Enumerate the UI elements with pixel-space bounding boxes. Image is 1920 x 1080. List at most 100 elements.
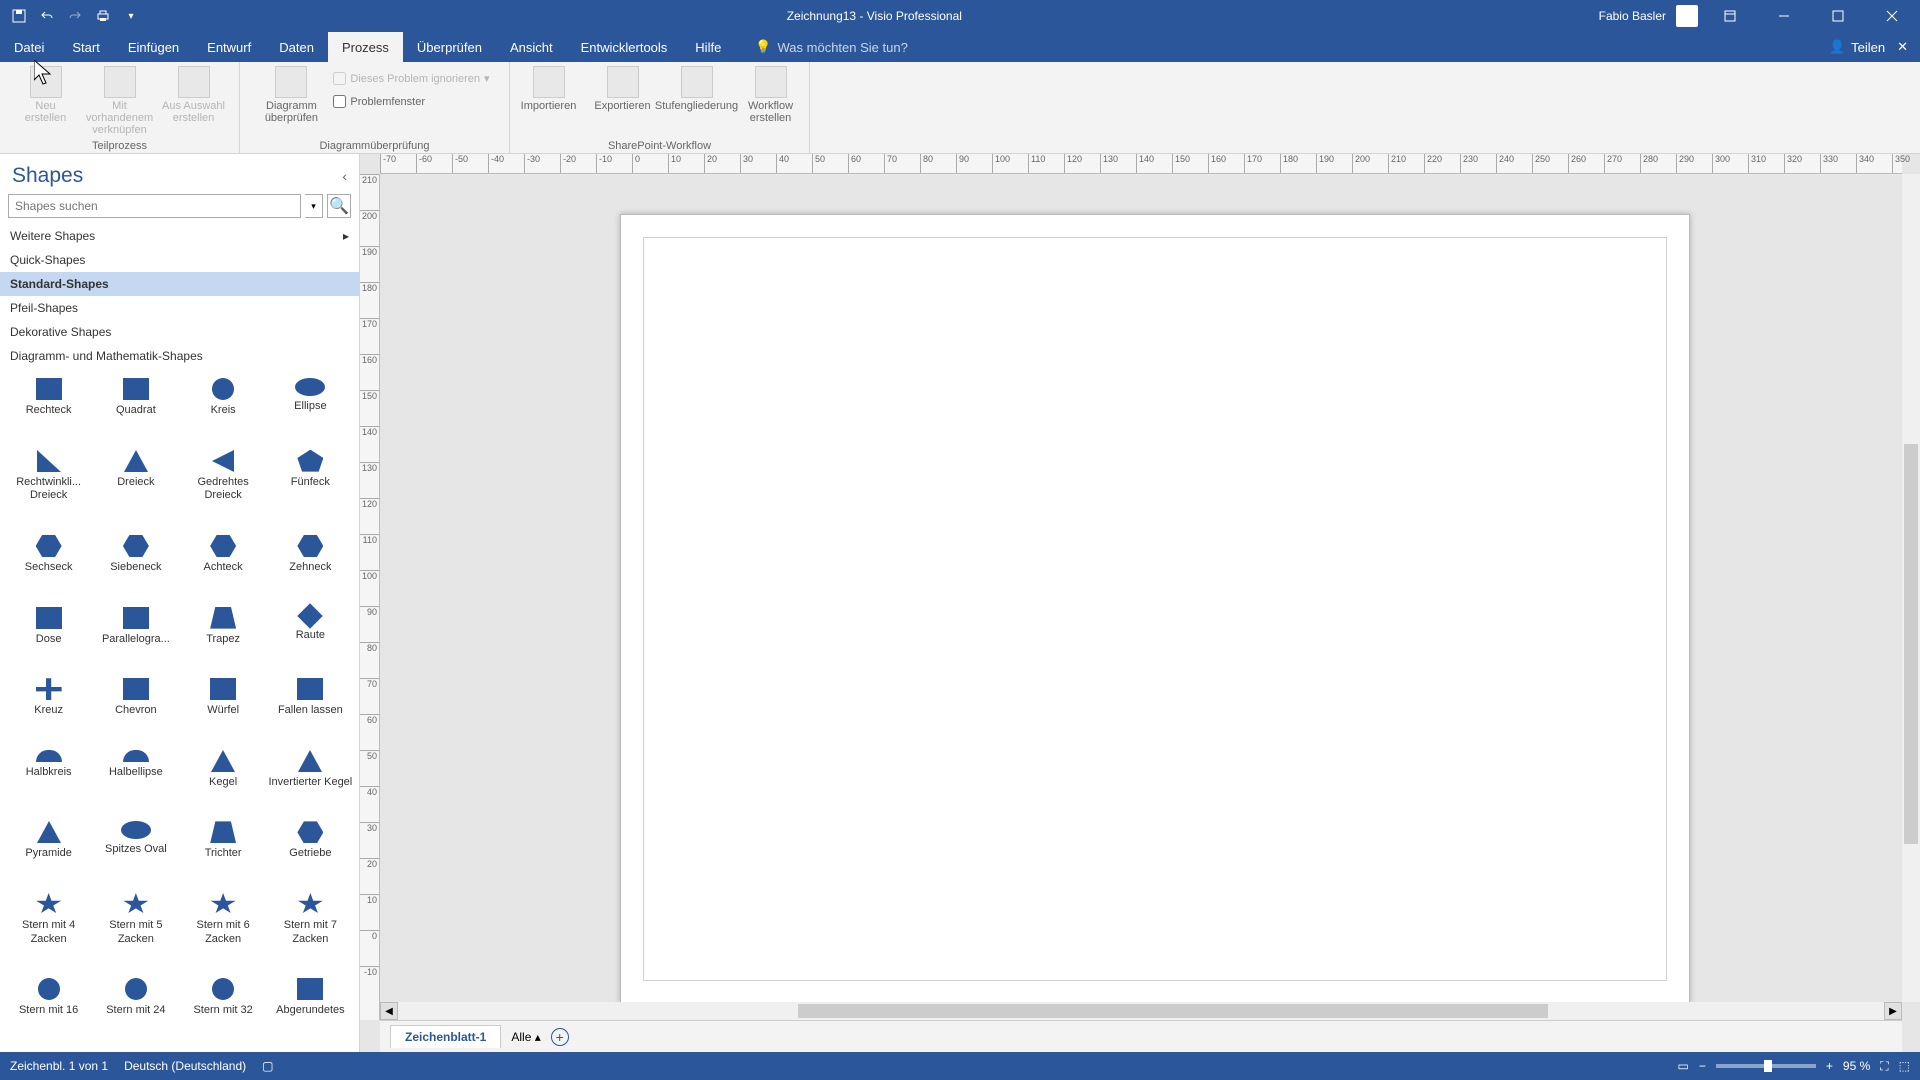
tab-hilfe[interactable]: Hilfe [681, 32, 735, 62]
shape-item[interactable]: Stern mit 6 Zacken [181, 893, 266, 970]
share-label: Teilen [1851, 40, 1885, 55]
shape-item[interactable]: Parallelogra... [93, 607, 178, 671]
zoom-in-button[interactable]: + [1826, 1059, 1833, 1073]
tab-start[interactable]: Start [58, 32, 113, 62]
shapes-category[interactable]: Standard-Shapes [0, 272, 359, 296]
shape-item[interactable]: Sechseck [6, 535, 91, 599]
shape-item[interactable]: Dreieck [93, 450, 178, 527]
language-indicator[interactable]: Deutsch (Deutschland) [124, 1059, 246, 1073]
shape-item[interactable]: Stern mit 16 [6, 978, 91, 1042]
shape-item[interactable]: Kreis [181, 378, 266, 442]
shape-item[interactable]: Abgerundetes [268, 978, 353, 1042]
shape-item[interactable]: Chevron [93, 678, 178, 742]
export-button[interactable]: Exportieren [591, 66, 655, 112]
shape-item[interactable]: Würfel [181, 678, 266, 742]
shape-item[interactable]: Trichter [181, 821, 266, 885]
vertical-scrollbar[interactable] [1902, 174, 1920, 1002]
user-name[interactable]: Fabio Basler [1599, 9, 1666, 23]
zoom-level[interactable]: 95 % [1843, 1059, 1870, 1073]
shapes-category[interactable]: Dekorative Shapes [0, 320, 359, 344]
collapse-panel-icon[interactable]: ‹ [342, 168, 347, 184]
shape-item[interactable]: Rechtwinkli... Dreieck [6, 450, 91, 527]
ignore-problem-checkbox[interactable]: Dieses Problem ignorieren ▾ [333, 72, 489, 85]
shape-item[interactable]: Invertierter Kegel [268, 750, 353, 814]
add-sheet-button[interactable]: + [551, 1028, 569, 1046]
shape-item[interactable]: Quadrat [93, 378, 178, 442]
maximize-button[interactable] [1816, 0, 1860, 32]
tab-entwurf[interactable]: Entwurf [193, 32, 265, 62]
shape-item[interactable]: Trapez [181, 607, 266, 671]
shape-item[interactable]: Stern mit 5 Zacken [93, 893, 178, 970]
undo-button[interactable] [36, 5, 58, 27]
shape-item[interactable]: Pyramide [6, 821, 91, 885]
shape-item[interactable]: Kreuz [6, 678, 91, 742]
shape-glyph-icon [123, 535, 149, 557]
fit-page-icon[interactable]: ⛶ [1880, 1059, 1888, 1074]
shapes-category[interactable]: Quick-Shapes [0, 248, 359, 272]
shape-item[interactable]: Siebeneck [93, 535, 178, 599]
share-button[interactable]: 👤 Teilen [1829, 39, 1885, 55]
stage-structure-button[interactable]: Stufengliederung [665, 66, 729, 112]
all-sheets-button[interactable]: Alle ▴ [511, 1030, 540, 1044]
zoom-out-button[interactable]: − [1699, 1059, 1706, 1073]
tab-datei[interactable]: Datei [0, 32, 58, 62]
shapes-search-input[interactable] [8, 194, 301, 218]
shape-item[interactable]: Getriebe [268, 821, 353, 885]
save-button[interactable] [8, 5, 30, 27]
tab-entwicklertools[interactable]: Entwicklertools [567, 32, 682, 62]
shapes-category[interactable]: Diagramm- und Mathematik-Shapes [0, 344, 359, 368]
shape-item[interactable]: Rechteck [6, 378, 91, 442]
tab-daten[interactable]: Daten [265, 32, 328, 62]
close-pane-icon[interactable]: ✕ [1897, 39, 1908, 55]
shape-label: Stern mit 16 [19, 1004, 78, 1018]
shape-item[interactable]: Kegel [181, 750, 266, 814]
sheet-tab[interactable]: Zeichenblatt-1 [390, 1025, 501, 1048]
shape-item[interactable]: Zehneck [268, 535, 353, 599]
shape-item[interactable]: Stern mit 7 Zacken [268, 893, 353, 970]
shape-item[interactable]: Ellipse [268, 378, 353, 442]
tab-prozess[interactable]: Prozess [328, 32, 403, 62]
ribbon-display-icon[interactable] [1708, 0, 1752, 32]
presentation-mode-icon[interactable]: ▭ [1678, 1059, 1689, 1073]
create-workflow-button[interactable]: Workflow erstellen [739, 66, 803, 124]
zoom-thumb[interactable] [1764, 1060, 1772, 1072]
search-button[interactable]: 🔍 [327, 194, 351, 218]
shapes-category[interactable]: Weitere Shapes▸ [0, 224, 359, 248]
zoom-slider[interactable] [1716, 1064, 1816, 1068]
shape-item[interactable]: Halbellipse [93, 750, 178, 814]
problem-window-checkbox[interactable]: Problemfenster [333, 95, 489, 108]
tab-ansicht[interactable]: Ansicht [496, 32, 567, 62]
scroll-left-icon[interactable]: ◀ [380, 1002, 398, 1020]
print-button[interactable] [92, 5, 114, 27]
scrollbar-thumb[interactable] [798, 1004, 1548, 1018]
minimize-button[interactable] [1762, 0, 1806, 32]
fullscreen-icon[interactable]: ⬚ [1899, 1059, 1910, 1073]
avatar[interactable] [1676, 5, 1698, 27]
macro-record-icon[interactable]: ▢ [262, 1059, 273, 1073]
shape-item[interactable]: Spitzes Oval [93, 821, 178, 885]
shape-item[interactable]: Stern mit 24 [93, 978, 178, 1042]
tab-einfügen[interactable]: Einfügen [114, 32, 193, 62]
tellme-search[interactable]: 💡 Was möchten Sie tun? [755, 39, 908, 55]
shapes-category[interactable]: Pfeil-Shapes [0, 296, 359, 320]
shape-item[interactable]: Fallen lassen [268, 678, 353, 742]
qat-customize-icon[interactable]: ▾ [120, 5, 142, 27]
shape-item[interactable]: Raute [268, 607, 353, 671]
check-diagram-button[interactable]: Diagramm überprüfen [259, 66, 323, 124]
search-dropdown-icon[interactable]: ▾ [305, 194, 323, 218]
import-button[interactable]: Importieren [517, 66, 581, 112]
close-button[interactable] [1870, 0, 1914, 32]
shape-item[interactable]: Fünfeck [268, 450, 353, 527]
drawing-page[interactable] [620, 214, 1690, 1004]
redo-button[interactable] [64, 5, 86, 27]
tab-überprüfen[interactable]: Überprüfen [403, 32, 496, 62]
shape-item[interactable]: Achteck [181, 535, 266, 599]
shape-item[interactable]: Dose [6, 607, 91, 671]
shape-item[interactable]: Stern mit 4 Zacken [6, 893, 91, 970]
shape-item[interactable]: Stern mit 32 [181, 978, 266, 1042]
horizontal-scrollbar[interactable]: ◀ ▶ [380, 1002, 1902, 1020]
shape-item[interactable]: Halbkreis [6, 750, 91, 814]
scrollbar-thumb[interactable] [1904, 444, 1918, 844]
shape-item[interactable]: Gedrehtes Dreieck [181, 450, 266, 527]
scroll-right-icon[interactable]: ▶ [1884, 1002, 1902, 1020]
